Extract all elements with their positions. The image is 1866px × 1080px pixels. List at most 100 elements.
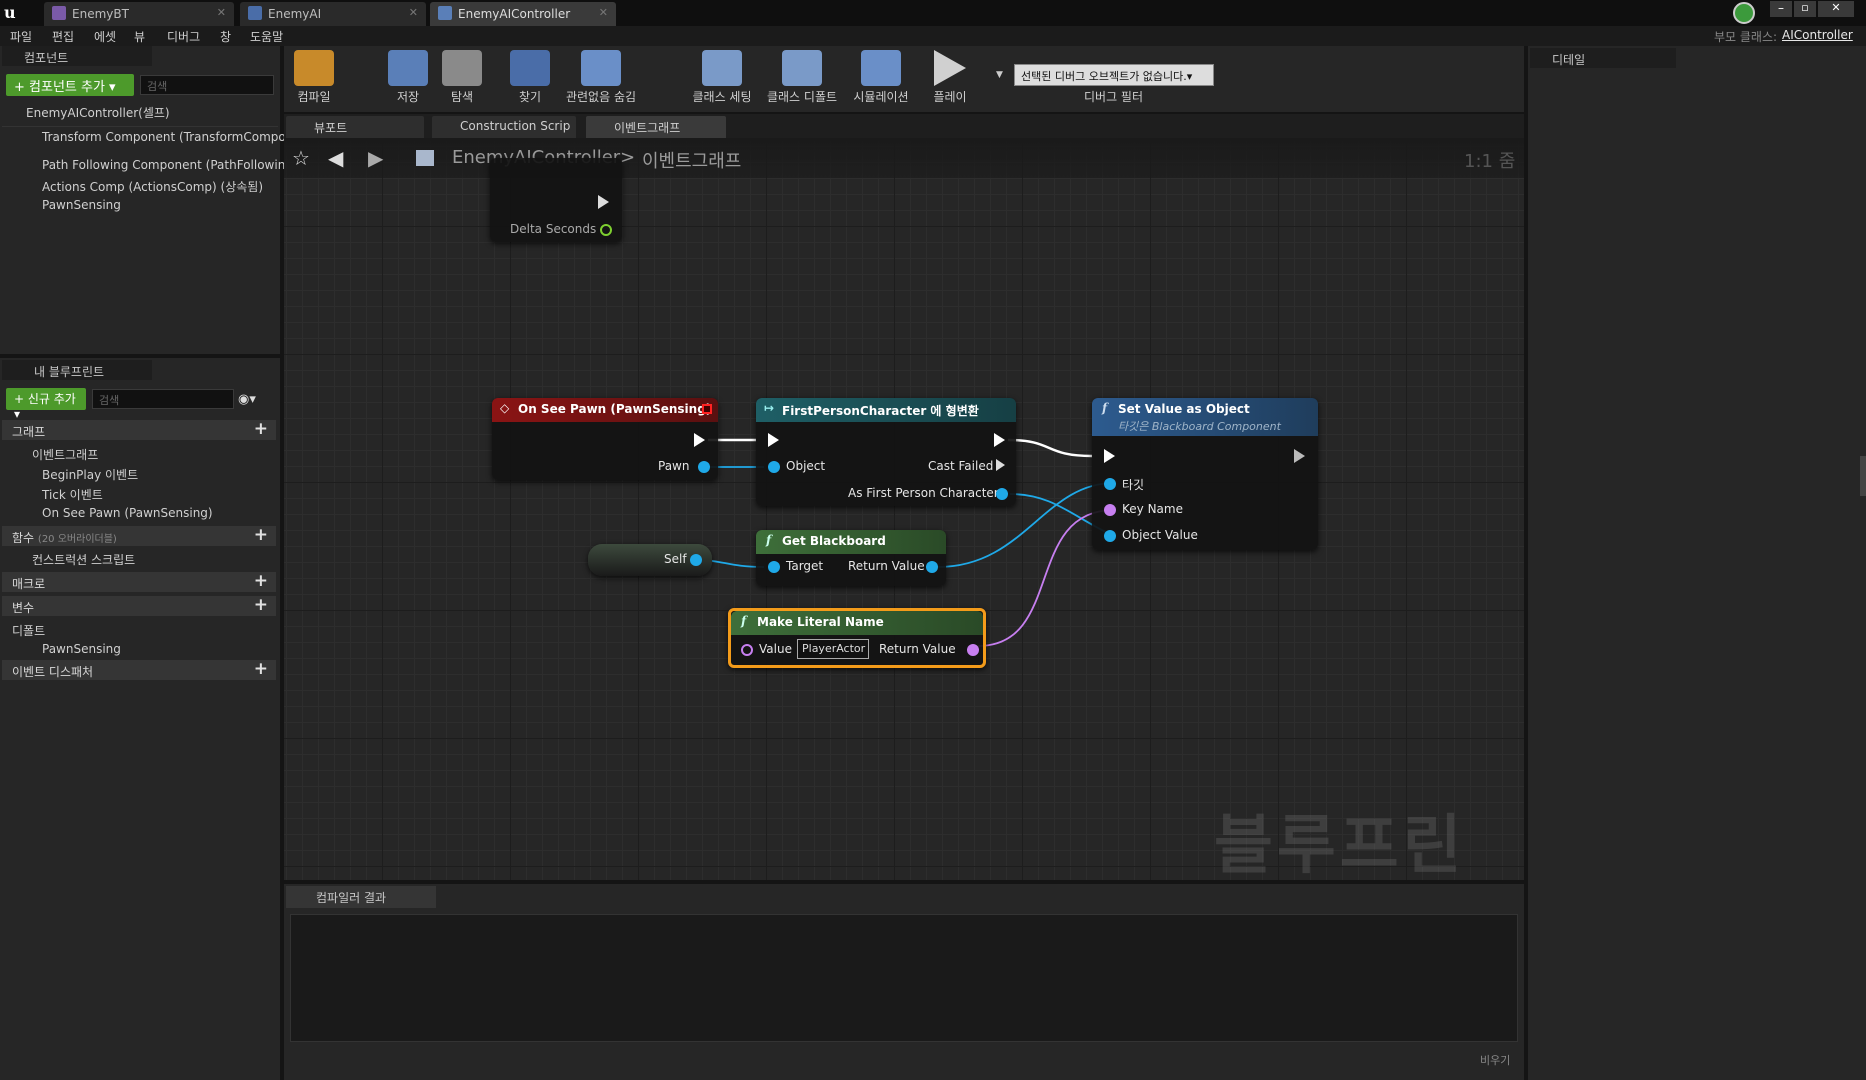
pin-label: As First Person Character [848, 486, 999, 500]
variable-item[interactable]: PawnSensing [42, 642, 121, 656]
component-item[interactable]: Transform Component (TransformCompon [42, 130, 293, 144]
menu-file[interactable]: 파일 [10, 28, 32, 45]
add-macro-icon[interactable]: + [254, 571, 268, 591]
blackboard-icon [248, 6, 262, 20]
add-function-icon[interactable]: + [254, 525, 268, 545]
exec-out-pin[interactable] [1294, 449, 1305, 463]
compiler-results-tab[interactable]: 컴파일러 결과 [286, 886, 436, 908]
construction-script-item[interactable]: 컨스트럭션 스크립트 [32, 551, 135, 568]
section-variables[interactable]: 변수 + [2, 595, 276, 616]
section-graphs[interactable]: 그래프 + [2, 419, 276, 440]
tab-enemybt[interactable]: EnemyBT ✕ [44, 2, 234, 26]
object-pin[interactable] [768, 561, 780, 573]
find-button[interactable]: 찾기 [506, 50, 554, 105]
self-node[interactable]: Self [588, 544, 712, 576]
make-literal-name-node[interactable]: f Make Literal Name Value PlayerActor Re… [728, 608, 986, 668]
event-item[interactable]: BeginPlay 이벤트 [42, 466, 138, 483]
object-pin[interactable] [996, 488, 1008, 500]
on-see-pawn-node[interactable]: ◇ On See Pawn (PawnSensing) Pawn [492, 398, 718, 480]
name-pin[interactable] [967, 644, 979, 656]
event-item[interactable]: Tick 이벤트 [42, 486, 103, 503]
components-search-input[interactable]: 검색 [140, 75, 274, 95]
tab-label: Construction Scrip [460, 119, 571, 133]
menu-edit[interactable]: 편집 [52, 28, 74, 45]
add-graph-icon[interactable]: + [254, 419, 268, 439]
close-icon[interactable]: ✕ [599, 6, 608, 19]
tab-eventgraph[interactable]: 이벤트그래프 [586, 116, 726, 138]
menu-view[interactable]: 뷰 [134, 28, 145, 45]
simulation-button[interactable]: 시뮬레이션 [846, 50, 916, 105]
unreal-logo-icon[interactable]: u [4, 3, 22, 23]
eventgraph-item[interactable]: 이벤트그래프 [32, 446, 98, 463]
close-icon[interactable]: ✕ [409, 6, 418, 19]
clear-button[interactable]: 비우기 [1480, 1052, 1510, 1068]
favorite-star-icon[interactable]: ☆ [292, 146, 310, 170]
class-settings-button[interactable]: 클래스 세팅 [686, 50, 758, 105]
tab-viewport[interactable]: 뷰포트 [286, 116, 424, 138]
menu-asset[interactable]: 에셋 [94, 28, 116, 45]
set-value-as-object-node[interactable]: f Set Value as Object 타깃은 Blackboard Com… [1092, 398, 1318, 550]
object-pin[interactable] [926, 561, 938, 573]
variable-category[interactable]: 디폴트 [12, 622, 45, 639]
object-pin[interactable] [1104, 530, 1116, 542]
parent-class-link[interactable]: AIController [1782, 28, 1853, 42]
menu-window[interactable]: 창 [220, 28, 231, 45]
graph-editor[interactable]: ☆ ◀ ▶ EnemyAIController > 이벤트그래프 1:1 줌 D… [284, 138, 1524, 880]
compile-button[interactable]: 컴파일 [288, 50, 340, 105]
object-pin[interactable] [1104, 478, 1116, 490]
class-defaults-icon [782, 50, 822, 86]
section-dispatchers[interactable]: 이벤트 디스패처 + [2, 659, 276, 680]
minimize-icon[interactable]: – [1770, 1, 1792, 17]
visibility-eye-icon[interactable]: ◉▾ [238, 392, 256, 407]
back-arrow-icon[interactable]: ◀ [328, 146, 343, 170]
component-item[interactable]: PawnSensing [42, 198, 121, 212]
add-new-button[interactable]: + 신규 추가 ▾ [6, 388, 86, 421]
component-root[interactable]: EnemyAIController(셀프) [26, 104, 170, 121]
menu-help[interactable]: 도움말 [250, 28, 283, 45]
name-pin[interactable] [1104, 504, 1116, 516]
delegate-pin-icon[interactable] [702, 404, 712, 414]
exec-out-pin[interactable] [694, 433, 705, 447]
section-functions[interactable]: 함수 (20 오버라이더블) + [2, 525, 276, 546]
close-window-icon[interactable]: ✕ [1818, 1, 1854, 17]
object-pin[interactable] [690, 554, 702, 566]
add-component-button[interactable]: + 컴포넌트 추가 ▾ [6, 74, 134, 96]
hide-unrelated-button[interactable]: 관련없음 숨김 [556, 50, 646, 105]
play-options-chevron-icon[interactable]: ▼ [996, 70, 1003, 80]
cast-node[interactable]: ↦ FirstPersonCharacter 에 형변환 Object Cast… [756, 398, 1016, 506]
forward-arrow-icon[interactable]: ▶ [368, 146, 383, 170]
exec-out-pin[interactable] [598, 195, 609, 209]
exec-in-pin[interactable] [768, 433, 779, 447]
scrollbar[interactable] [1860, 456, 1866, 496]
name-pin[interactable] [741, 644, 753, 656]
browse-button[interactable]: 탐색 [438, 50, 486, 105]
component-item[interactable]: Path Following Component (PathFollowing [42, 158, 293, 172]
close-icon[interactable]: ✕ [217, 6, 226, 19]
get-blackboard-node[interactable]: f Get Blackboard Target Return Value [756, 530, 946, 586]
object-pin[interactable] [698, 461, 710, 473]
tab-enemyaicontroller[interactable]: EnemyAIController ✕ [430, 2, 616, 26]
event-item[interactable]: On See Pawn (PawnSensing) [42, 506, 213, 520]
tab-construction-script[interactable]: Construction Scrip [432, 116, 576, 138]
exec-in-pin[interactable] [1104, 449, 1115, 463]
exec-out-pin[interactable] [994, 433, 1005, 447]
component-item[interactable]: Actions Comp (ActionsComp) (상속됨) [42, 178, 263, 195]
section-macros[interactable]: 매크로 + [2, 571, 276, 592]
node-header: f Get Blackboard [756, 530, 946, 554]
my-blueprint-search-input[interactable]: 검색 [92, 389, 234, 409]
tab-enemyai[interactable]: EnemyAI ✕ [240, 2, 426, 26]
debug-object-select[interactable]: 선택된 디버그 오브젝트가 없습니다.▾ [1014, 64, 1214, 86]
cast-failed-pin[interactable] [996, 459, 1005, 471]
save-button[interactable]: 저장 [384, 50, 432, 105]
play-button[interactable]: 플레이 [924, 50, 976, 105]
maximize-icon[interactable]: ▫ [1794, 1, 1816, 17]
object-pin[interactable] [768, 461, 780, 473]
add-dispatcher-icon[interactable]: + [254, 659, 268, 679]
menu-debug[interactable]: 디버그 [167, 28, 200, 45]
source-control-icon[interactable] [1733, 2, 1755, 24]
class-defaults-button[interactable]: 클래스 디폴트 [762, 50, 842, 105]
add-variable-icon[interactable]: + [254, 595, 268, 615]
tick-event-node-partial[interactable]: Delta Seconds [490, 158, 622, 242]
value-input[interactable]: PlayerActor [797, 639, 869, 659]
float-pin[interactable] [600, 224, 612, 236]
